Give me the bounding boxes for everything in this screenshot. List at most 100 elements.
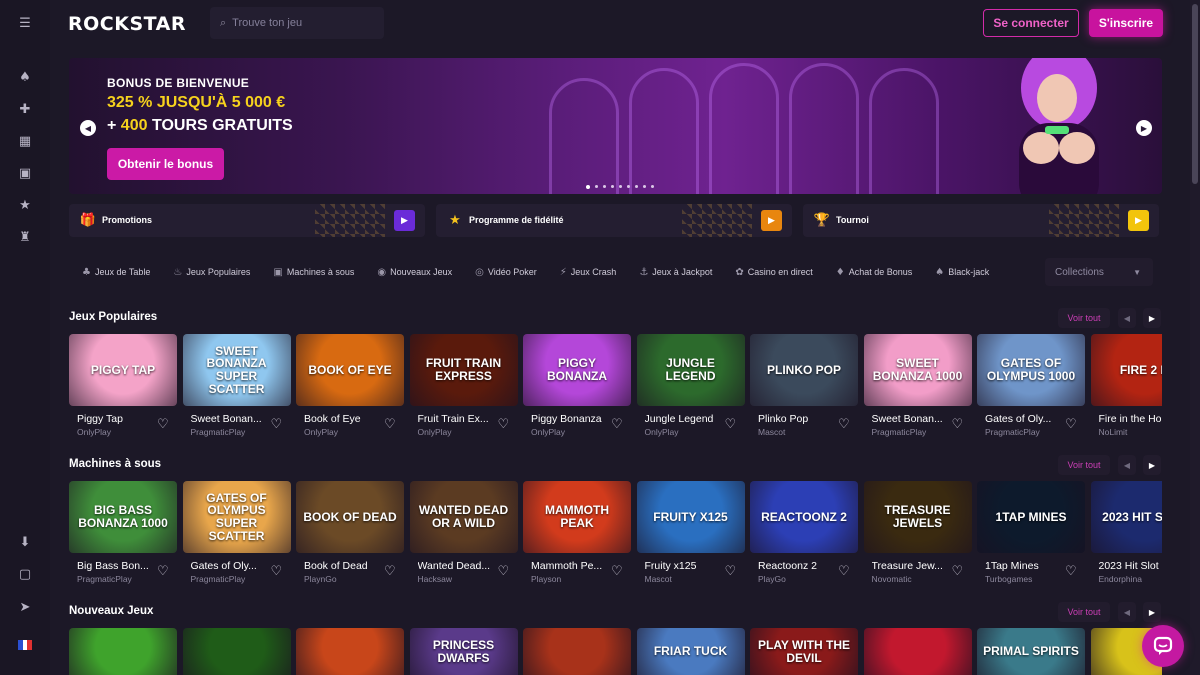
- game-card[interactable]: [523, 628, 631, 675]
- favorite-heart-icon[interactable]: ♡: [1065, 564, 1077, 579]
- game-thumbnail[interactable]: GATES OF OLYMPUS 1000: [977, 334, 1085, 406]
- row-next-arrow-icon[interactable]: ▶: [1143, 602, 1161, 622]
- banner-dot[interactable]: [603, 185, 606, 188]
- game-thumbnail[interactable]: PRIMAL SPIRITS: [977, 628, 1085, 675]
- see-all-button[interactable]: Voir tout: [1058, 602, 1110, 622]
- game-card[interactable]: GATES OF OLYMPUS SUPER SCATTER Gates of O…: [182, 481, 291, 589]
- game-card[interactable]: SWEET BONANZA SUPER SCATTER Sweet Bonan..…: [182, 334, 291, 442]
- favorite-heart-icon[interactable]: ♡: [498, 417, 510, 432]
- game-card[interactable]: BIG BASS BONANZA 1000 Big Bass Bon... Pra…: [69, 481, 177, 589]
- promo-card[interactable]: ★ Programme de fidélité ▶: [436, 204, 792, 237]
- star-icon[interactable]: ★: [15, 195, 35, 215]
- game-thumbnail[interactable]: FRIAR TUCK: [636, 628, 745, 675]
- game-card[interactable]: MAMMOTH PEAK Mammoth Pe... Playson ♡: [523, 481, 631, 589]
- banner-dot[interactable]: [611, 185, 614, 188]
- game-thumbnail[interactable]: PRINCESS DWARFS: [409, 628, 518, 675]
- game-thumbnail[interactable]: BIG BASS BONANZA 1000: [69, 481, 177, 553]
- france-flag-icon[interactable]: [15, 635, 35, 655]
- game-card[interactable]: [69, 628, 177, 675]
- game-thumbnail[interactable]: PIGGY TAP: [69, 334, 177, 406]
- game-thumbnail[interactable]: 1TAP MINES: [977, 481, 1085, 553]
- game-thumbnail[interactable]: PLAY WITH THE DEVIL: [750, 628, 858, 675]
- category-tab[interactable]: ⚓ Jeux à Jackpot: [636, 263, 715, 282]
- collections-select[interactable]: Collections ▼: [1045, 258, 1153, 286]
- banner-dot[interactable]: [635, 185, 638, 188]
- category-tab[interactable]: ♣ Jeux de Table: [79, 263, 153, 282]
- favorite-heart-icon[interactable]: ♡: [384, 417, 396, 432]
- banner-dot[interactable]: [595, 185, 598, 188]
- game-card[interactable]: FRUITY X125 Fruity x125 Mascot ♡: [636, 481, 745, 589]
- game-thumbnail[interactable]: [863, 628, 972, 675]
- grid-icon[interactable]: ▦: [15, 131, 35, 151]
- favorite-heart-icon[interactable]: ♡: [725, 417, 737, 432]
- game-thumbnail[interactable]: TREASURE JEWELS: [863, 481, 972, 553]
- favorite-heart-icon[interactable]: ♡: [157, 564, 169, 579]
- game-thumbnail[interactable]: SWEET BONANZA SUPER SCATTER: [182, 334, 291, 406]
- get-bonus-button[interactable]: Obtenir le bonus: [107, 148, 224, 180]
- favorite-heart-icon[interactable]: ♡: [271, 417, 283, 432]
- banner-prev-arrow-icon[interactable]: ◀: [80, 120, 96, 136]
- game-thumbnail[interactable]: FRUITY X125: [636, 481, 745, 553]
- see-all-button[interactable]: Voir tout: [1058, 308, 1110, 328]
- game-card[interactable]: FIRE 2 HFire in the Ho NoLimit ♡: [1090, 334, 1162, 442]
- game-card[interactable]: [182, 628, 291, 675]
- favorite-heart-icon[interactable]: ♡: [384, 564, 396, 579]
- category-tab[interactable]: ♨ Jeux Populaires: [170, 263, 253, 282]
- game-card[interactable]: FRIAR TUCK: [636, 628, 745, 675]
- game-card[interactable]: 2023 HIT SLOT 2023 Hit Slot ... Endorphin…: [1090, 481, 1162, 589]
- puzzle-icon[interactable]: ✚: [15, 99, 35, 119]
- banner-dot[interactable]: [619, 185, 622, 188]
- favorite-heart-icon[interactable]: ♡: [952, 564, 964, 579]
- favorite-heart-icon[interactable]: ♡: [157, 417, 169, 432]
- promo-arrow-button[interactable]: ▶: [761, 210, 782, 231]
- welcome-banner[interactable]: BONUS DE BIENVENUE 325 % JUSQU'À 5 000 €…: [69, 58, 1162, 194]
- page-scrollbar[interactable]: [1190, 0, 1200, 675]
- logo[interactable]: ROCKSTAR: [68, 13, 186, 35]
- banner-next-arrow-icon[interactable]: ▶: [1136, 120, 1152, 136]
- gift-icon[interactable]: ▣: [15, 163, 35, 183]
- game-card[interactable]: PLINKO POP Plinko Pop Mascot ♡: [750, 334, 858, 442]
- game-card[interactable]: REACTOONZ 2 Reactoonz 2 PlayGo ♡: [750, 481, 858, 589]
- banner-dot[interactable]: [586, 185, 590, 189]
- row-next-arrow-icon[interactable]: ▶: [1143, 455, 1161, 475]
- promo-arrow-button[interactable]: ▶: [1128, 210, 1149, 231]
- game-card[interactable]: WANTED DEAD OR A WILD Wanted Dead... Hack…: [409, 481, 518, 589]
- scroll-thumb[interactable]: [1192, 4, 1198, 184]
- game-card[interactable]: BOOK OF EYE Book of Eye OnlyPlay ♡: [296, 334, 404, 442]
- game-card[interactable]: SWEET BONANZA 1000 Sweet Bonan... Pragmat…: [863, 334, 972, 442]
- game-card[interactable]: PLAY WITH THE DEVIL: [750, 628, 858, 675]
- game-thumbnail[interactable]: WANTED DEAD OR A WILD: [409, 481, 518, 553]
- trophy-icon[interactable]: ♜: [15, 227, 35, 247]
- banner-pagination[interactable]: [586, 185, 654, 189]
- favorite-heart-icon[interactable]: ♡: [725, 564, 737, 579]
- game-card[interactable]: PIGGY TAP Piggy Tap OnlyPlay ♡: [69, 334, 177, 442]
- game-card[interactable]: BOOK OF DEAD Book of Dead PlaynGo ♡: [296, 481, 404, 589]
- menu-collapse-icon[interactable]: ☰: [15, 13, 35, 33]
- game-thumbnail[interactable]: REACTOONZ 2: [750, 481, 858, 553]
- row-prev-arrow-icon[interactable]: ◀: [1118, 308, 1136, 328]
- favorite-heart-icon[interactable]: ♡: [271, 564, 283, 579]
- game-thumbnail[interactable]: SWEET BONANZA 1000: [863, 334, 972, 406]
- favorite-heart-icon[interactable]: ♡: [838, 417, 850, 432]
- row-prev-arrow-icon[interactable]: ◀: [1118, 455, 1136, 475]
- promo-card[interactable]: 🏆 Tournoi ▶: [803, 204, 1159, 237]
- game-thumbnail[interactable]: 2023 HIT SLOT: [1090, 481, 1162, 553]
- game-thumbnail[interactable]: [69, 628, 177, 675]
- telegram-icon[interactable]: ➤: [15, 597, 35, 617]
- category-tab[interactable]: ⚡ Jeux Crash: [557, 263, 620, 282]
- banner-dot[interactable]: [651, 185, 654, 188]
- game-thumbnail[interactable]: JUNGLE LEGEND: [636, 334, 745, 406]
- game-card[interactable]: PRINCESS DWARFS: [409, 628, 518, 675]
- row-prev-arrow-icon[interactable]: ◀: [1118, 602, 1136, 622]
- favorite-heart-icon[interactable]: ♡: [611, 564, 623, 579]
- promo-arrow-button[interactable]: ▶: [394, 210, 415, 231]
- login-button[interactable]: Se connecter: [983, 9, 1079, 37]
- banner-dot[interactable]: [643, 185, 646, 188]
- live-chat-button[interactable]: [1142, 625, 1184, 667]
- category-tab[interactable]: ✿ Casino en direct: [732, 263, 815, 282]
- game-card[interactable]: [296, 628, 404, 675]
- app-icon[interactable]: ▢: [15, 564, 35, 584]
- game-card[interactable]: JUNGLE LEGEND Jungle Legend OnlyPlay ♡: [636, 334, 745, 442]
- category-tab[interactable]: ◎ Vidéo Poker: [472, 263, 540, 282]
- row-next-arrow-icon[interactable]: ▶: [1143, 308, 1161, 328]
